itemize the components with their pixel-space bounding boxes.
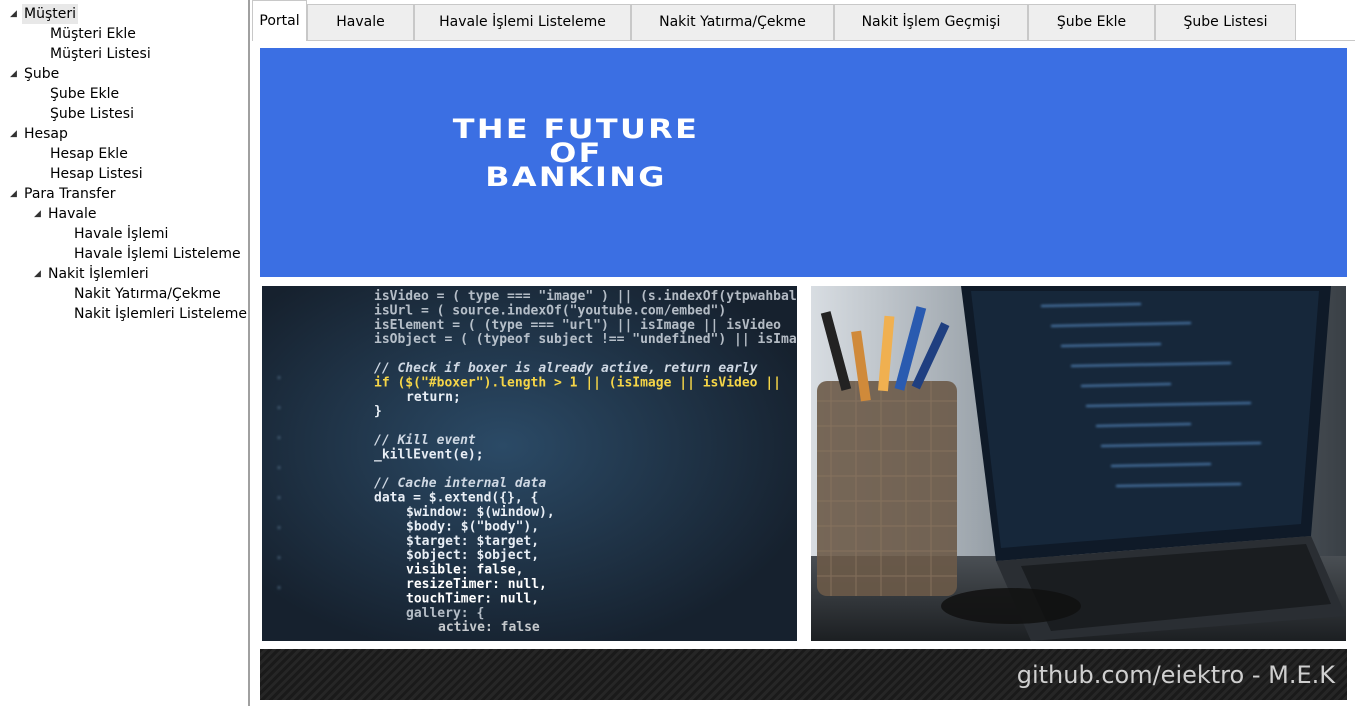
code-line: resizeTimer: null, [406, 577, 547, 592]
tree-node-sube-ekle[interactable]: Şube Ekle [48, 84, 121, 104]
tree-node-hesap-listesi[interactable]: Hesap Listesi [48, 164, 145, 184]
expand-arrow-icon[interactable]: ◢ [10, 4, 22, 24]
tree-node-nakit-islemleri[interactable]: ◢ Nakit İşlemleri [34, 264, 151, 284]
svg-text:•: • [276, 373, 282, 384]
github-credit-text: github.com/eiektro - M.E.K [1016, 661, 1335, 689]
tree-node-havale[interactable]: ◢ Havale [34, 204, 98, 224]
code-line: $body: $("body"), [406, 519, 539, 534]
code-line: isElement = ( (type === "url") || isImag… [374, 318, 781, 333]
tree-node-hesap-ekle[interactable]: Hesap Ekle [48, 144, 130, 164]
tab-sube-listesi[interactable]: Şube Listesi [1155, 4, 1296, 40]
code-line: return; [406, 390, 461, 405]
tab-strip: Portal Havale Havale İşlemi Listeleme Na… [252, 0, 1355, 41]
tree-node-nakit-yatirma-cekme[interactable]: Nakit Yatırma/Çekme [72, 284, 223, 304]
expand-arrow-icon[interactable]: ◢ [10, 124, 22, 144]
tree-node-havale-islemi-listeleme[interactable]: Havale İşlemi Listeleme [72, 244, 243, 264]
tab-portal[interactable]: Portal [252, 0, 307, 41]
tree-node-musteri-listesi[interactable]: Müşteri Listesi [48, 44, 153, 64]
expand-arrow-icon[interactable]: ◢ [34, 204, 46, 224]
svg-text:•: • [276, 553, 282, 564]
code-line: isVideo = ( type === "image" ) || (s.ind… [374, 289, 797, 304]
footer-banner: github.com/eiektro - M.E.K [260, 649, 1347, 700]
tree-node-nakit-islemleri-listeleme[interactable]: Nakit İşlemleri Listeleme [72, 304, 248, 324]
tree-node-para-transfer[interactable]: ◢ Para Transfer [10, 184, 117, 204]
code-line: isUrl = ( source.indexOf("youtube.com/em… [374, 303, 726, 318]
code-line: if ($("#boxer").length > 1 || (isImage |… [374, 375, 781, 390]
code-line: // Check if boxer is already active, ret… [374, 361, 758, 376]
code-line: // Kill event [374, 433, 476, 448]
code-line: visible: false, [406, 563, 523, 578]
tab-strip-divider [252, 40, 1355, 41]
expand-arrow-icon[interactable]: ◢ [10, 184, 22, 204]
svg-text:•: • [276, 403, 282, 414]
code-line: $window: $(window), [406, 505, 555, 520]
code-line: gallery: { [406, 606, 484, 621]
svg-text:•: • [276, 493, 282, 504]
code-line: touchTimer: null, [406, 591, 539, 606]
code-line: isObject = ( (typeof subject !== "undefi… [374, 332, 797, 347]
navigation-tree: ◢ Müşteri Müşteri Ekle Müşteri Listesi ◢ Ş… [0, 0, 250, 706]
tree-node-havale-islemi[interactable]: Havale İşlemi [72, 224, 170, 244]
tree-node-hesap[interactable]: ◢ Hesap [10, 124, 70, 144]
tree-node-sube-listesi[interactable]: Şube Listesi [48, 104, 136, 124]
laptop-desk-image [811, 286, 1346, 641]
future-of-banking-banner: THE FUTURE OF BANKING [260, 48, 1347, 277]
code-line: _killEvent(e); [374, 447, 484, 462]
tab-nakit-islem-gecmisi[interactable]: Nakit İşlem Geçmişi [834, 4, 1028, 40]
tree-node-musteri[interactable]: ◢ Müşteri [10, 4, 78, 24]
code-line: data = $.extend({}, { [374, 491, 538, 506]
expand-arrow-icon[interactable]: ◢ [34, 264, 46, 284]
tree-node-musteri-ekle[interactable]: Müşteri Ekle [48, 24, 138, 44]
tab-havale[interactable]: Havale [307, 4, 414, 40]
svg-text:•: • [276, 583, 282, 594]
banner-title: THE FUTURE OF BANKING [452, 114, 700, 193]
tab-havale-islemi-listeleme[interactable]: Havale İşlemi Listeleme [414, 4, 631, 40]
code-screen-image: • • • • • • • • isVideo = ( type === "image" … [262, 286, 797, 641]
code-line: // Cache internal data [374, 476, 546, 491]
expand-arrow-icon[interactable]: ◢ [10, 64, 22, 84]
code-line: } [374, 404, 382, 419]
laptop-desk-graphic [811, 286, 1346, 641]
tree-node-sube[interactable]: ◢ Şube [10, 64, 61, 84]
code-line: $target: $target, [406, 534, 539, 549]
code-line: active: false [438, 620, 540, 635]
svg-text:•: • [276, 463, 282, 474]
tab-sube-ekle[interactable]: Şube Ekle [1028, 4, 1155, 40]
svg-text:•: • [276, 523, 282, 534]
tab-nakit-yatirma-cekme[interactable]: Nakit Yatırma/Çekme [631, 4, 834, 40]
code-screen-graphic: • • • • • • • • isVideo = ( type === "image" … [262, 286, 797, 641]
code-line: $object: $object, [406, 548, 539, 563]
svg-text:•: • [276, 433, 282, 444]
